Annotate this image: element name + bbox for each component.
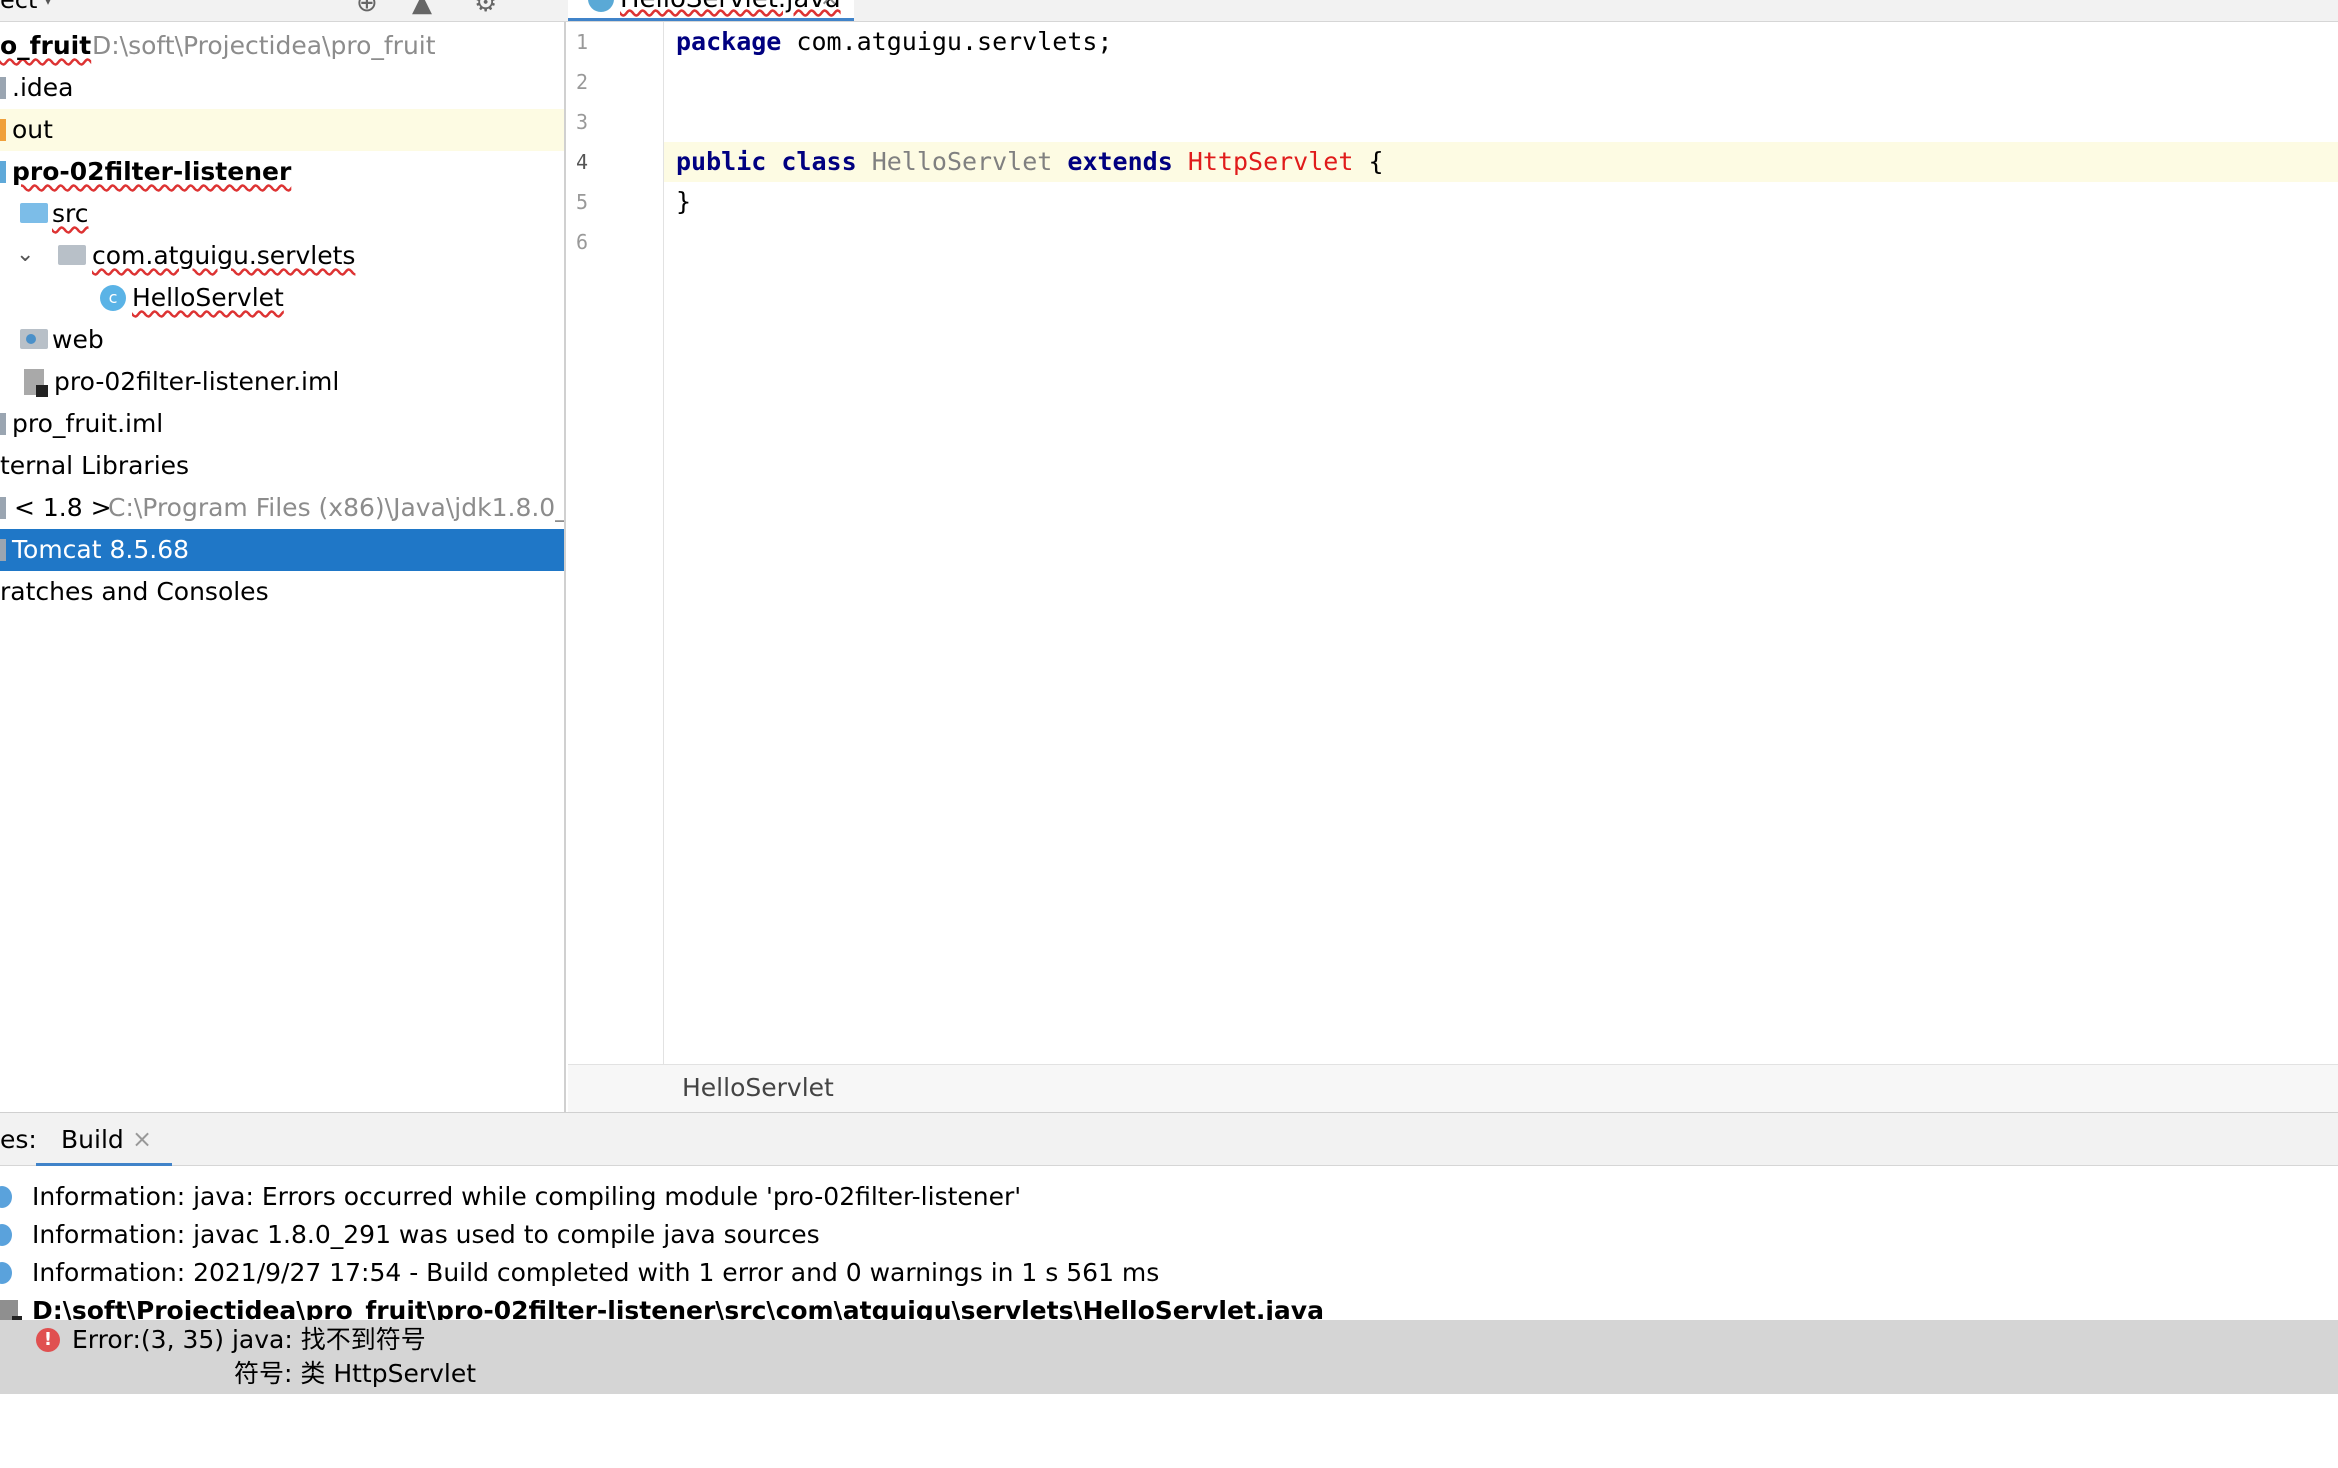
tool-window-label: es: <box>0 1125 37 1154</box>
library-icon <box>0 539 6 561</box>
build-message[interactable]: Information: 2021/9/27 17:54 - Build com… <box>0 1254 2338 1292</box>
unresolved-symbol: HttpServlet <box>1187 147 1354 176</box>
line-number: 2 <box>576 70 589 94</box>
folder-icon <box>0 77 6 99</box>
chevron-down-icon[interactable]: ⌄ <box>16 234 34 276</box>
code-line-2[interactable] <box>664 62 2338 102</box>
code-text: } <box>676 187 692 216</box>
project-tree: o_fruit D:\soft\Projectidea\pro_fruit .i… <box>0 22 566 1112</box>
build-message[interactable]: Information: java: Errors occurred while… <box>0 1178 2338 1216</box>
line-number: 4 <box>576 150 589 174</box>
tree-item-jdk[interactable]: < 1.8 > C:\Program Files (x86)\Java\jdk1… <box>0 487 566 529</box>
top-toolbar: ect ▾ ⊕ ▲ ⚙ HelloServlet.java × <box>0 0 2338 22</box>
editor-tab-helloservlet[interactable]: HelloServlet.java × <box>568 0 854 21</box>
code-line-6[interactable] <box>664 222 2338 262</box>
tree-item-idea[interactable]: .idea <box>0 67 564 109</box>
tree-item-scratches[interactable]: ratches and Consoles <box>0 571 564 613</box>
folder-icon <box>0 119 6 141</box>
tree-item-module-iml[interactable]: pro-02filter-listener.iml <box>0 361 564 403</box>
chevron-down-icon[interactable]: ▾ <box>44 0 52 9</box>
message-text: Information: javac 1.8.0_291 was used to… <box>32 1220 820 1249</box>
tab-label: HelloServlet.java <box>620 0 841 14</box>
tree-item-module[interactable]: pro-02filter-listener <box>0 151 564 193</box>
tree-item-root-iml[interactable]: pro_fruit.iml <box>0 403 564 445</box>
class-icon: c <box>100 285 126 311</box>
breadcrumb: HelloServlet <box>568 1064 2338 1112</box>
package-icon <box>58 245 86 265</box>
tree-item-package[interactable]: ⌄ com.atguigu.servlets <box>0 234 564 277</box>
tab-build[interactable]: Build × <box>36 1113 172 1167</box>
tree-item-root[interactable]: o_fruit D:\soft\Projectidea\pro_fruit <box>0 25 564 67</box>
code-line-4[interactable]: public class HelloServlet extends HttpSe… <box>664 142 2338 182</box>
line-number: 3 <box>576 110 589 134</box>
error-detail: 符号: 类 HttpServlet <box>234 1359 477 1388</box>
info-icon <box>0 1262 12 1284</box>
line-number: 5 <box>576 190 589 214</box>
breadcrumb-item[interactable]: HelloServlet <box>682 1073 834 1102</box>
project-view-label[interactable]: ect <box>0 0 37 14</box>
build-output: Information: java: Errors occurred while… <box>0 1166 2338 1468</box>
root-path: D:\soft\Projectidea\pro_fruit <box>92 31 436 60</box>
tree-label: com.atguigu.servlets <box>92 241 356 270</box>
keyword: class <box>781 147 857 176</box>
code-text: com.atguigu.servlets; <box>781 27 1113 56</box>
code-line-1[interactable]: package com.atguigu.servlets; <box>664 22 2338 62</box>
line-number-gutter: 1 2 3 4 5 6 <box>568 22 664 1064</box>
collapse-icon[interactable]: ▲ <box>412 0 432 18</box>
info-icon <box>0 1224 12 1246</box>
keyword: public <box>676 147 767 176</box>
file-icon <box>24 369 48 397</box>
tree-item-src[interactable]: src <box>0 193 564 235</box>
code-line-5[interactable]: } <box>664 182 2338 222</box>
tab-label: Build <box>61 1125 124 1154</box>
tree-label: ratches and Consoles <box>0 577 269 606</box>
message-text: Information: 2021/9/27 17:54 - Build com… <box>32 1258 1160 1287</box>
module-icon <box>0 161 6 183</box>
message-text: Information: java: Errors occurred while… <box>32 1182 1022 1211</box>
code-text: { <box>1353 147 1384 176</box>
code-editor[interactable]: 1 2 3 4 5 6 package com.atguigu.servlets… <box>568 22 2338 1064</box>
tree-label: src <box>52 199 89 228</box>
tree-item-external-libraries[interactable]: ternal Libraries <box>0 445 564 487</box>
tree-label: < 1.8 > <box>14 493 112 522</box>
gear-icon[interactable]: ⚙ <box>474 0 497 18</box>
keyword: package <box>676 27 782 56</box>
close-icon[interactable]: × <box>132 1125 152 1153</box>
file-icon <box>0 413 6 435</box>
error-text: Error:(3, 35) java: 找不到符号 <box>72 1325 426 1354</box>
library-icon <box>0 497 6 519</box>
class-name: HelloServlet <box>871 147 1053 176</box>
tree-item-tomcat[interactable]: Tomcat 8.5.68 <box>0 529 564 571</box>
tool-window-tabs: es: Build × <box>0 1112 2338 1167</box>
globe-icon[interactable]: ⊕ <box>356 0 378 18</box>
line-number: 6 <box>576 230 589 254</box>
code-line-3[interactable] <box>664 102 2338 142</box>
tree-label: pro_fruit.iml <box>12 409 164 438</box>
web-folder-icon <box>20 329 48 349</box>
line-number: 1 <box>576 30 589 54</box>
tree-item-web[interactable]: web <box>0 319 564 361</box>
keyword: extends <box>1067 147 1173 176</box>
error-icon: ! <box>36 1328 60 1352</box>
tree-label: HelloServlet <box>132 283 284 312</box>
close-icon[interactable]: × <box>820 0 838 11</box>
jdk-path: C:\Program Files (x86)\Java\jdk1.8.0_291 <box>108 493 566 522</box>
info-icon <box>0 1186 12 1208</box>
build-message[interactable]: Information: javac 1.8.0_291 was used to… <box>0 1216 2338 1254</box>
root-name: o_fruit <box>0 31 92 60</box>
tree-label: .idea <box>12 73 74 102</box>
class-icon <box>588 0 614 12</box>
tree-label: web <box>52 325 104 354</box>
tree-label: out <box>12 115 53 144</box>
tree-label: ternal Libraries <box>0 451 190 480</box>
tree-label: pro-02filter-listener.iml <box>54 367 340 396</box>
tree-label: pro-02filter-listener <box>12 157 292 186</box>
tree-label: Tomcat 8.5.68 <box>12 535 190 564</box>
tree-item-helloservlet[interactable]: c HelloServlet <box>0 277 564 319</box>
build-error-entry[interactable]: ! Error:(3, 35) java: 找不到符号 符号: 类 HttpSe… <box>0 1320 2338 1394</box>
folder-icon <box>20 203 48 223</box>
tree-item-out[interactable]: out <box>0 109 564 151</box>
